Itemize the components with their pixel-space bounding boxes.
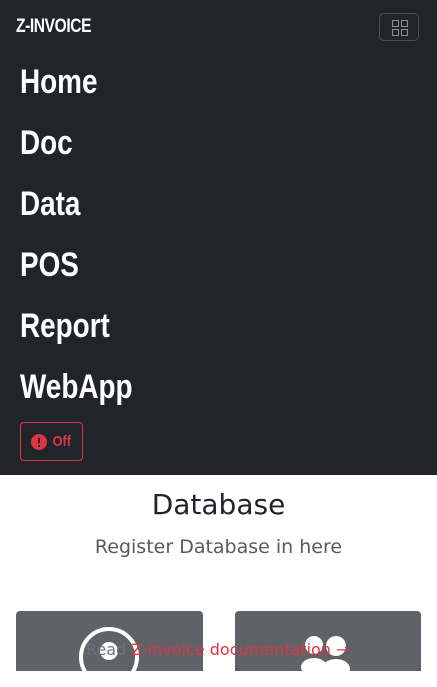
brand-logo[interactable]: Z-INVOICE bbox=[16, 16, 91, 38]
read-prefix: Read bbox=[86, 640, 132, 659]
page-subtitle: Register Database in here bbox=[94, 536, 343, 558]
documentation-link-row: Read Z-invoice documentation → bbox=[86, 640, 349, 659]
status-off-label: Off bbox=[52, 433, 71, 450]
nav-item-data[interactable]: Data bbox=[20, 174, 133, 235]
nav-item-pos[interactable]: POS bbox=[20, 235, 133, 296]
nav-menu: Home Doc Data POS Report WebApp bbox=[20, 52, 157, 418]
navbar: Z-INVOICE Home Doc Data POS Report WebAp… bbox=[0, 0, 437, 475]
nav-item-doc[interactable]: Doc bbox=[20, 113, 133, 174]
navbar-toggler-button[interactable] bbox=[379, 13, 419, 41]
nav-item-webapp[interactable]: WebApp bbox=[20, 357, 133, 418]
grid-icon bbox=[392, 20, 408, 36]
documentation-link[interactable]: Z-invoice documentation → bbox=[131, 640, 349, 659]
status-off-button[interactable]: Off bbox=[20, 422, 83, 461]
exclamation-circle-icon bbox=[30, 433, 47, 450]
nav-item-report[interactable]: Report bbox=[20, 296, 133, 357]
page-title: Database bbox=[151, 488, 286, 521]
nav-item-home[interactable]: Home bbox=[20, 52, 133, 113]
